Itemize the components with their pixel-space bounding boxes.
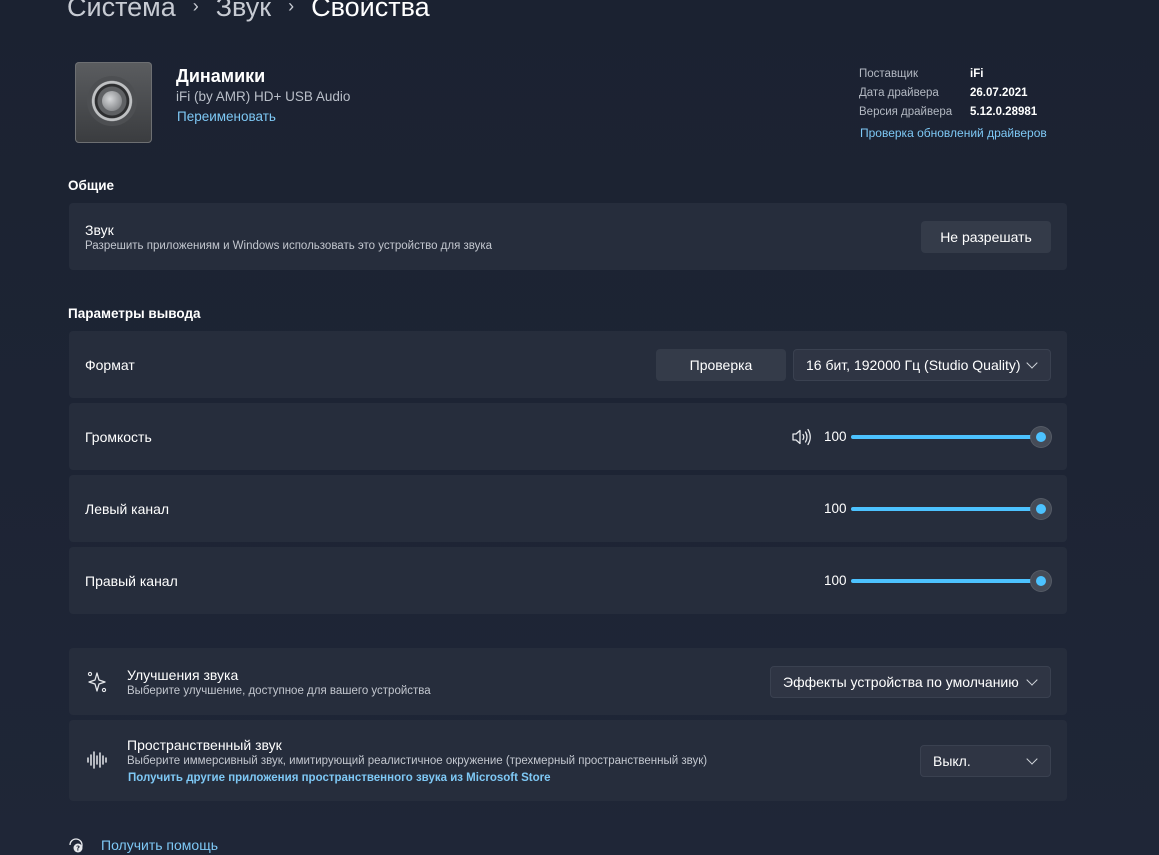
driver-version-value: 5.12.0.28981 [970,106,1038,118]
provider-value: iFi [970,68,984,80]
format-dropdown[interactable]: 16 бит, 192000 Гц (Studio Quality) [793,349,1051,381]
right-channel-slider-thumb[interactable] [1031,571,1051,591]
enhancements-dropdown-value: Эффекты устройства по умолчанию [783,674,1019,690]
page-title: Свойства [311,0,430,22]
breadcrumb-item-sound[interactable]: Звук [216,0,271,23]
check-driver-updates-link[interactable]: Проверка обновлений драйверов [860,126,1047,140]
enhancements-title: Улучшения звука [127,667,239,683]
chevron-down-icon [1026,753,1038,765]
test-button[interactable]: Проверка [656,349,786,381]
sound-access-description: Разрешить приложениям и Windows использо… [85,240,493,252]
speaker-cone [102,91,122,111]
speaker-device-image [75,62,152,143]
speaker-volume-icon[interactable] [791,427,813,447]
device-model: iFi (by AMR) HD+ USB Audio [176,89,351,104]
right-channel-slider-track [851,579,1035,583]
enhancements-description: Выберите улучшение, доступное для вашего… [127,685,431,697]
format-card: Формат Проверка 16 бит, 192000 Гц (Studi… [69,331,1067,398]
left-channel-card: Левый канал 100 [69,475,1067,542]
driver-date-value: 26.07.2021 [970,87,1028,99]
spatial-audio-icon [87,751,107,769]
svg-text:?: ? [76,845,80,853]
get-help-link[interactable]: Получить помощь [101,837,218,853]
help-icon: ? [69,838,83,853]
volume-slider-thumb[interactable] [1031,427,1051,447]
chevron-down-icon [1026,674,1038,686]
right-channel-card: Правый канал 100 [69,547,1067,614]
enhancements-dropdown[interactable]: Эффекты устройства по умолчанию [770,666,1051,698]
breadcrumb-item-system[interactable]: Система [67,0,176,23]
volume-slider-track [851,435,1035,439]
output-heading: Параметры вывода [68,306,201,321]
breadcrumb: Система › Звук › Свойства [67,0,430,23]
left-channel-slider-thumb[interactable] [1031,499,1051,519]
right-channel-value: 100 [824,573,847,588]
spatial-sound-card: Пространственный звук Выберите иммерсивн… [69,720,1067,801]
format-label: Формат [85,357,135,373]
chevron-right-icon: › [288,0,295,16]
driver-version-label: Версия драйвера [859,106,953,118]
spatial-sound-title: Пространственный звук [127,737,282,753]
spatial-sound-dropdown[interactable]: Выкл. [920,745,1051,777]
sparkle-icon [87,671,107,693]
provider-label: Поставщик [859,68,918,80]
enhancements-card: Улучшения звука Выберите улучшение, дост… [69,648,1067,715]
sound-access-card: Звук Разрешить приложениям и Windows исп… [69,203,1067,270]
left-channel-slider-track [851,507,1035,511]
volume-slider[interactable] [851,427,1051,447]
volume-label: Громкость [85,429,152,445]
spatial-sound-dropdown-value: Выкл. [933,753,971,769]
left-channel-value: 100 [824,501,847,516]
chevron-right-icon: › [192,0,199,16]
format-dropdown-value: 16 бит, 192000 Гц (Studio Quality) [806,357,1021,373]
general-heading: Общие [68,178,115,193]
volume-value: 100 [824,429,847,444]
microsoft-store-link[interactable]: Получить другие приложения пространствен… [128,772,551,784]
chevron-down-icon [1026,357,1038,369]
left-channel-label: Левый канал [85,501,170,517]
disallow-button[interactable]: Не разрешать [921,221,1051,253]
right-channel-label: Правый канал [85,573,178,589]
volume-card: Громкость 100 [69,403,1067,470]
spatial-sound-description: Выберите иммерсивный звук, имитирующий р… [127,755,708,767]
left-channel-slider[interactable] [851,499,1051,519]
sound-access-title: Звук [85,222,114,238]
right-channel-slider[interactable] [851,571,1051,591]
driver-date-label: Дата драйвера [859,87,939,99]
device-name: Динамики [176,66,266,86]
rename-link[interactable]: Переименовать [177,109,276,124]
